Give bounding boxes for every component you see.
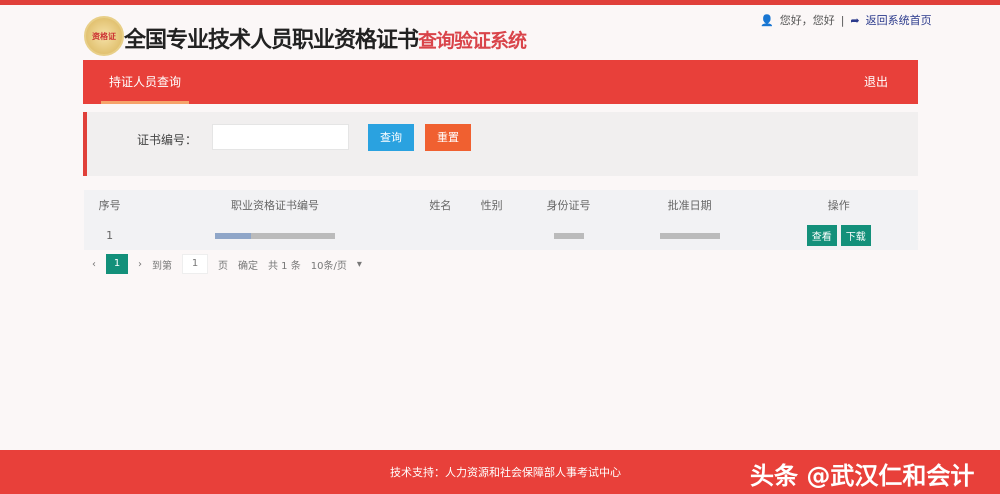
logout-link[interactable]: 退出 bbox=[864, 60, 888, 104]
page-unit: 页 bbox=[218, 260, 228, 272]
page-input[interactable]: 1 bbox=[182, 254, 208, 274]
view-button[interactable]: 查看 bbox=[806, 224, 837, 246]
per-page-select[interactable]: 10条/页 bbox=[311, 257, 347, 272]
pagination: ‹ 1 › 到第 1 页 确定 共 1 条 10条/页 ▾ bbox=[92, 254, 362, 274]
cell-actions: 查看 下载 bbox=[760, 220, 918, 250]
cell-name bbox=[415, 220, 466, 250]
cert-number-input[interactable] bbox=[212, 124, 349, 150]
title-sub: 查询验证系统 bbox=[418, 30, 527, 52]
col-gender: 性别 bbox=[480, 199, 503, 212]
col-date: 批准日期 bbox=[667, 199, 712, 212]
confirm-button[interactable]: 确定 bbox=[238, 257, 258, 272]
next-icon[interactable]: › bbox=[138, 259, 142, 270]
col-name: 姓名 bbox=[429, 199, 452, 212]
total-count: 共 1 条 bbox=[268, 260, 301, 272]
cell-index: 1 bbox=[106, 228, 114, 242]
watermark: 头条 @武汉仁和会计 bbox=[750, 462, 975, 490]
divider: | bbox=[840, 13, 845, 27]
cell-date-redacted bbox=[620, 220, 760, 250]
query-button[interactable]: 查询 bbox=[368, 124, 414, 151]
tab-holder-query[interactable]: 持证人员查询 bbox=[101, 60, 189, 104]
prev-icon[interactable]: ‹ bbox=[92, 259, 96, 270]
page-title: 全国专业技术人员职业资格证书查询验证系统 bbox=[124, 22, 527, 54]
nav-bar: 持证人员查询 退出 bbox=[83, 60, 918, 104]
reset-button[interactable]: 重置 bbox=[425, 124, 471, 151]
cell-id-redacted bbox=[517, 220, 620, 250]
col-index: 序号 bbox=[98, 199, 121, 212]
home-link[interactable]: 返回系统首页 bbox=[866, 12, 932, 28]
cell-gender bbox=[466, 220, 517, 250]
col-id: 身份证号 bbox=[546, 199, 591, 212]
home-icon[interactable]: ➦ bbox=[850, 14, 859, 27]
col-actions: 操作 bbox=[827, 199, 850, 212]
user-bar: 👤 您好，您好 | ➦ 返回系统首页 bbox=[760, 12, 932, 28]
cell-cert-redacted bbox=[135, 220, 415, 250]
title-main: 全国专业技术人员职业资格证书 bbox=[124, 28, 419, 53]
footer: 技术支持：人力资源和社会保障部人事考试中心 头条 @武汉仁和会计 bbox=[0, 450, 1000, 494]
download-button[interactable]: 下载 bbox=[840, 224, 871, 246]
page-1[interactable]: 1 bbox=[106, 254, 128, 274]
greeting: 您好，您好 bbox=[779, 14, 835, 27]
caret-down-icon[interactable]: ▾ bbox=[357, 259, 362, 270]
logo-text: 资格证 bbox=[92, 31, 116, 41]
logo: 资格证 bbox=[84, 16, 124, 56]
table-header: 序号 职业资格证书编号 姓名 性别 身份证号 批准日期 操作 bbox=[84, 190, 918, 220]
cert-number-label: 证书编号： bbox=[137, 133, 198, 147]
results-table: 序号 职业资格证书编号 姓名 性别 身份证号 批准日期 操作 1 查看 下载 bbox=[84, 190, 918, 250]
search-panel: 证书编号： 查询 重置 bbox=[83, 112, 918, 176]
user-icon: 👤 bbox=[760, 13, 774, 27]
top-accent-bar bbox=[0, 0, 1000, 5]
table-row: 1 查看 下载 bbox=[84, 220, 918, 250]
goto-label: 到第 bbox=[152, 260, 172, 272]
footer-text: 技术支持：人力资源和社会保障部人事考试中心 bbox=[390, 466, 621, 479]
col-cert-number: 职业资格证书编号 bbox=[231, 199, 320, 212]
